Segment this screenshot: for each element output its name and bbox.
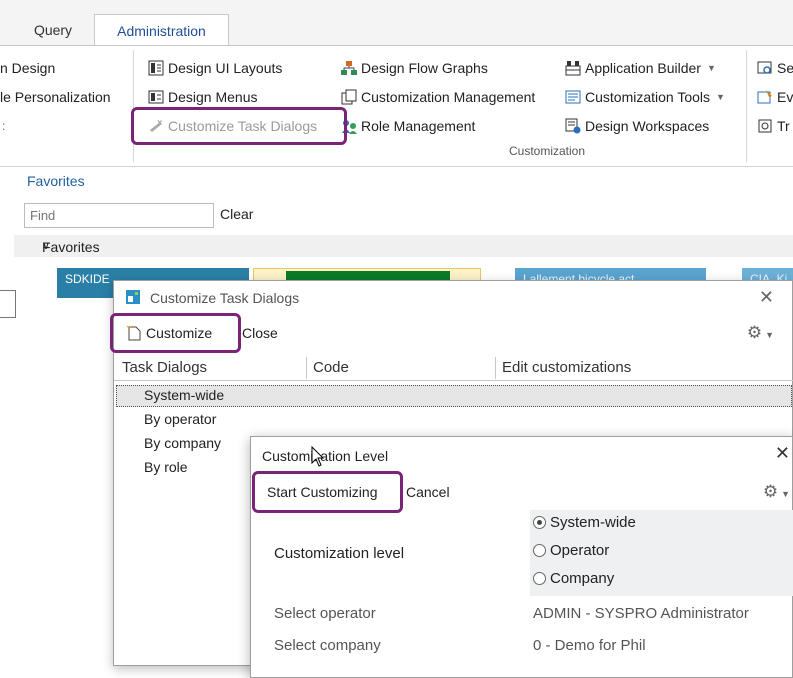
ribbon-label: : (2, 119, 6, 133)
list-item-system-wide[interactable]: System-wide (144, 387, 224, 403)
partial-frame (0, 290, 16, 318)
ribbon-item-tr-partial[interactable]: Tr (757, 115, 790, 137)
ribbon-label: Design Menus (168, 89, 258, 105)
ribbon-label: Ev (777, 89, 793, 105)
column-divider[interactable] (495, 357, 496, 379)
ribbon-label: n Design (0, 60, 56, 76)
event-icon (757, 89, 773, 105)
ribbon-label: Design Flow Graphs (361, 60, 488, 76)
gear-icon[interactable]: ⚙ ▼ (747, 323, 774, 343)
close-button[interactable]: Close (242, 325, 278, 341)
column-divider[interactable] (306, 357, 307, 379)
tab-administration[interactable]: Administration (94, 14, 229, 46)
chevron-down-icon: ▼ (716, 92, 725, 102)
ribbon-label: Role Management (361, 118, 476, 134)
column-header-row: Task Dialogs Code Edit customizations (114, 357, 793, 381)
design-menus-button[interactable]: Design Menus (148, 86, 258, 108)
close-icon[interactable]: ✕ (759, 287, 774, 308)
ribbon-separator (133, 50, 134, 162)
cancel-button[interactable]: Cancel (406, 484, 450, 500)
radio-selected-icon (533, 516, 546, 529)
find-input[interactable] (24, 203, 214, 228)
pages-icon (341, 89, 357, 105)
ribbon-item-se-partial[interactable]: Se (757, 57, 793, 79)
ribbon: n Design le Personalization : Design UI … (0, 45, 793, 167)
ribbon-label: Design Workspaces (585, 118, 710, 134)
ribbon-label: Application Builder (585, 60, 701, 76)
radio-label: Company (550, 570, 615, 587)
design-flow-graphs-button[interactable]: Design Flow Graphs (341, 57, 488, 79)
ribbon-label: Customization Management (361, 89, 536, 105)
favorites-section-header[interactable]: ∨ Favorites (14, 235, 793, 257)
ribbon-group-label: Customization (508, 144, 586, 158)
ribbon-tab-bar: Query Administration (0, 0, 793, 46)
dialog-title: Customize Task Dialogs (150, 290, 300, 306)
ribbon-label: Tr (777, 118, 790, 134)
ribbon-label: Se (777, 60, 793, 76)
column-header-code[interactable]: Code (313, 359, 349, 376)
radio-icon (533, 572, 546, 585)
layout-icon (148, 60, 164, 76)
radio-company[interactable]: Company (533, 570, 614, 587)
dialog-title: Customization Level (262, 448, 389, 464)
ribbon-label: Design UI Layouts (168, 60, 283, 76)
mouse-cursor-icon (311, 445, 325, 468)
trigger-icon (757, 118, 773, 134)
favorites-title: Favorites (27, 173, 85, 189)
chevron-down-icon: ▼ (706, 63, 716, 73)
radio-label: System-wide (550, 514, 636, 531)
column-header-edit-customizations[interactable]: Edit customizations (502, 359, 631, 376)
design-ui-layouts-button[interactable]: Design UI Layouts (148, 57, 282, 79)
close-icon[interactable]: ✕ (775, 443, 790, 464)
clear-button[interactable]: Clear (220, 206, 253, 222)
ribbon-item-personalization-partial[interactable]: le Personalization (0, 86, 111, 108)
ribbon-separator (746, 50, 747, 162)
radio-icon (533, 544, 546, 557)
list-item-by-role[interactable]: By role (144, 459, 188, 475)
flow-graph-icon (341, 60, 357, 76)
customization-tools-button[interactable]: Customization Tools ▼ (565, 86, 725, 108)
radio-system-wide[interactable]: System-wide (533, 514, 636, 531)
ribbon-item-ev-partial[interactable]: Ev (757, 86, 793, 108)
radio-label: Operator (550, 542, 610, 559)
design-workspaces-button[interactable]: Design Workspaces (565, 115, 709, 137)
company-value[interactable]: 0 - Demo for Phil (533, 637, 646, 654)
menu-icon (148, 89, 164, 105)
workspace-icon (565, 118, 581, 134)
highlight-customize-task-dialogs (131, 107, 347, 145)
customization-level-label: Customization level (274, 545, 405, 562)
highlight-start-customizing (252, 471, 403, 513)
highlight-customize-button (110, 313, 241, 353)
list-item-by-operator[interactable]: By operator (144, 411, 216, 427)
column-header-task-dialogs[interactable]: Task Dialogs (122, 359, 207, 376)
app-icon (126, 290, 142, 306)
gear-icon[interactable]: ⚙ ▼ (763, 482, 790, 502)
ribbon-item-more-partial[interactable]: : (2, 115, 5, 137)
list-item-by-company[interactable]: By company (144, 435, 221, 451)
role-management-button[interactable]: Role Management (341, 115, 475, 137)
tab-query[interactable]: Query (20, 14, 86, 46)
application-builder-button[interactable]: Application Builder ▼ (565, 57, 716, 79)
ribbon-item-design-partial[interactable]: n Design (0, 57, 55, 79)
builder-icon (565, 60, 581, 76)
radio-operator[interactable]: Operator (533, 542, 609, 559)
ribbon-label: le Personalization (0, 89, 111, 105)
select-operator-label: Select operator (274, 605, 376, 622)
operator-value[interactable]: ADMIN - SYSPRO Administrator (533, 605, 749, 622)
dialog-title-bar: Customize Task Dialogs (126, 290, 299, 306)
search-icon (757, 60, 773, 76)
tools-icon (565, 89, 581, 105)
section-label: Favorites (42, 239, 100, 255)
customization-management-button[interactable]: Customization Management (341, 86, 535, 108)
select-company-label: Select company (274, 637, 381, 654)
ribbon-label: Customization Tools (585, 89, 711, 105)
